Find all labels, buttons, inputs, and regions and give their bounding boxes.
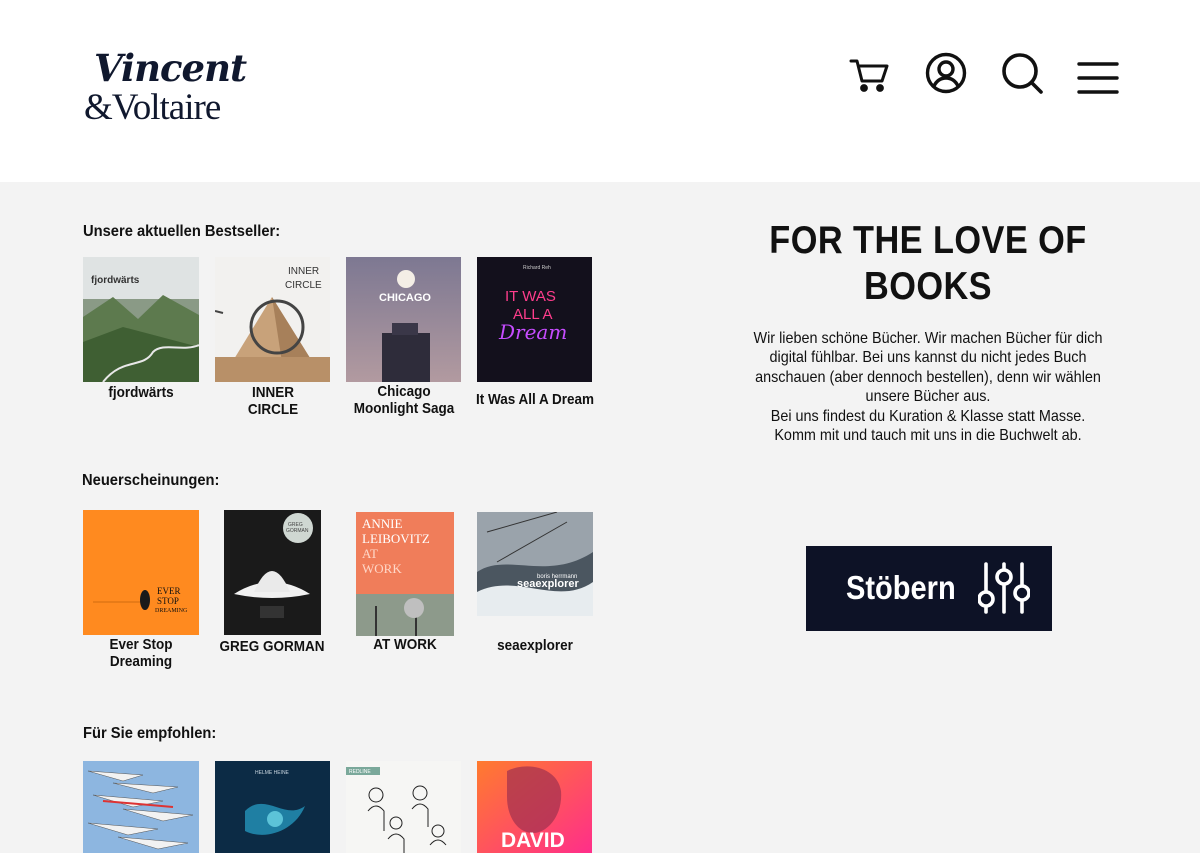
book-cover[interactable]: GREG GORMAN <box>224 510 321 635</box>
account-icon[interactable] <box>924 51 968 95</box>
svg-text:Richard Reh: Richard Reh <box>523 265 551 271</box>
book-cover[interactable]: ANNIE LEIBOVITZ AT WORK <box>356 512 454 636</box>
svg-text:STOP: STOP <box>157 596 179 606</box>
browse-button-label: Stöbern <box>846 569 956 606</box>
svg-text:LEIBOVITZ: LEIBOVITZ <box>362 531 430 546</box>
book-title: INNER CIRCLE <box>247 384 299 418</box>
svg-text:AT: AT <box>362 546 378 561</box>
book-title: GREG GORMAN <box>219 638 325 655</box>
svg-text:Dream: Dream <box>498 320 567 344</box>
svg-text:seaexplorer: seaexplorer <box>517 578 579 590</box>
book-title: AT WORK <box>373 636 437 653</box>
svg-text:IT WAS: IT WAS <box>505 288 556 305</box>
menu-icon[interactable] <box>1076 56 1120 100</box>
book-card[interactable]: HELME HEINE <box>215 761 330 853</box>
section-title-bestsellers: Unsere aktuellen Bestseller: <box>83 223 281 240</box>
book-title: fjordwärts <box>108 384 174 401</box>
hero-title: FOR THE LOVE OF BOOKS <box>769 219 1087 308</box>
brand-logo[interactable]: Vincent &Voltaire <box>84 46 247 130</box>
hero-description: Wir lieben schöne Bücher. Wir machen Büc… <box>753 330 1103 445</box>
svg-text:CHICAGO: CHICAGO <box>379 292 431 304</box>
book-cover[interactable]: boris herrmann seaexplorer <box>477 512 593 616</box>
book-card[interactable]: EVER STOP DREAMING Ever Stop Dreaming <box>83 510 199 675</box>
logo-line-2: &Voltaire <box>84 87 221 128</box>
cart-icon[interactable] <box>848 54 892 98</box>
svg-text:EVER: EVER <box>157 586 181 596</box>
svg-text:DREAMING: DREAMING <box>155 608 188 614</box>
book-card[interactable]: CHICAGO Chicago Moonlight Saga <box>346 257 461 422</box>
book-card[interactable]: DAVID <box>477 761 592 853</box>
book-title: Chicago Moonlight Saga <box>353 383 455 417</box>
browse-button[interactable]: Stöbern <box>806 546 1052 631</box>
book-title: It Was All A Dream <box>475 391 595 408</box>
svg-text:CIRCLE: CIRCLE <box>285 280 322 291</box>
logo-line-1: Vincent <box>94 46 247 90</box>
svg-text:REDLINE: REDLINE <box>349 769 371 775</box>
book-cover[interactable] <box>83 761 199 853</box>
book-card[interactable]: boris herrmann seaexplorer seaexplorer <box>477 512 593 657</box>
book-card[interactable]: REDLINE <box>346 761 461 853</box>
book-cover[interactable]: EVER STOP DREAMING <box>83 510 199 635</box>
svg-text:WORK: WORK <box>362 561 402 576</box>
book-title: seaexplorer <box>497 637 573 654</box>
book-title: Ever Stop Dreaming <box>109 636 173 670</box>
book-card[interactable]: GREG GORMAN GREG GORMAN <box>219 510 324 660</box>
book-cover[interactable]: REDLINE <box>346 761 461 853</box>
site-header: Vincent &Voltaire <box>0 0 1200 182</box>
cover-title: fjordwärts <box>91 275 140 286</box>
book-card[interactable]: ANNIE LEIBOVITZ AT WORK AT WORK <box>356 512 454 657</box>
svg-text:DAVID: DAVID <box>501 829 565 852</box>
book-cover[interactable]: INNER CIRCLE <box>215 257 330 382</box>
section-title-recommended: Für Sie empfohlen: <box>83 725 217 742</box>
svg-text:ANNIE: ANNIE <box>362 516 402 531</box>
book-cover[interactable]: DAVID <box>477 761 592 853</box>
book-card[interactable]: Richard Reh IT WAS ALL A Dream It Was Al… <box>476 257 594 412</box>
sliders-icon <box>977 560 1031 616</box>
book-card[interactable] <box>83 761 199 853</box>
book-cover[interactable]: CHICAGO <box>346 257 461 382</box>
book-cover[interactable]: fjordwärts <box>83 257 199 382</box>
book-card[interactable]: INNER CIRCLE INNER CIRCLE <box>215 257 330 422</box>
search-icon[interactable] <box>1000 51 1044 95</box>
svg-text:HELME HEINE: HELME HEINE <box>255 770 290 776</box>
book-card[interactable]: fjordwärts fjordwärts <box>83 257 199 417</box>
section-title-new-releases: Neuerscheinungen: <box>82 472 220 489</box>
svg-text:INNER: INNER <box>288 266 319 277</box>
book-cover[interactable]: HELME HEINE <box>215 761 330 853</box>
book-cover[interactable]: Richard Reh IT WAS ALL A Dream <box>477 257 592 382</box>
svg-text:GORMAN: GORMAN <box>286 528 309 534</box>
